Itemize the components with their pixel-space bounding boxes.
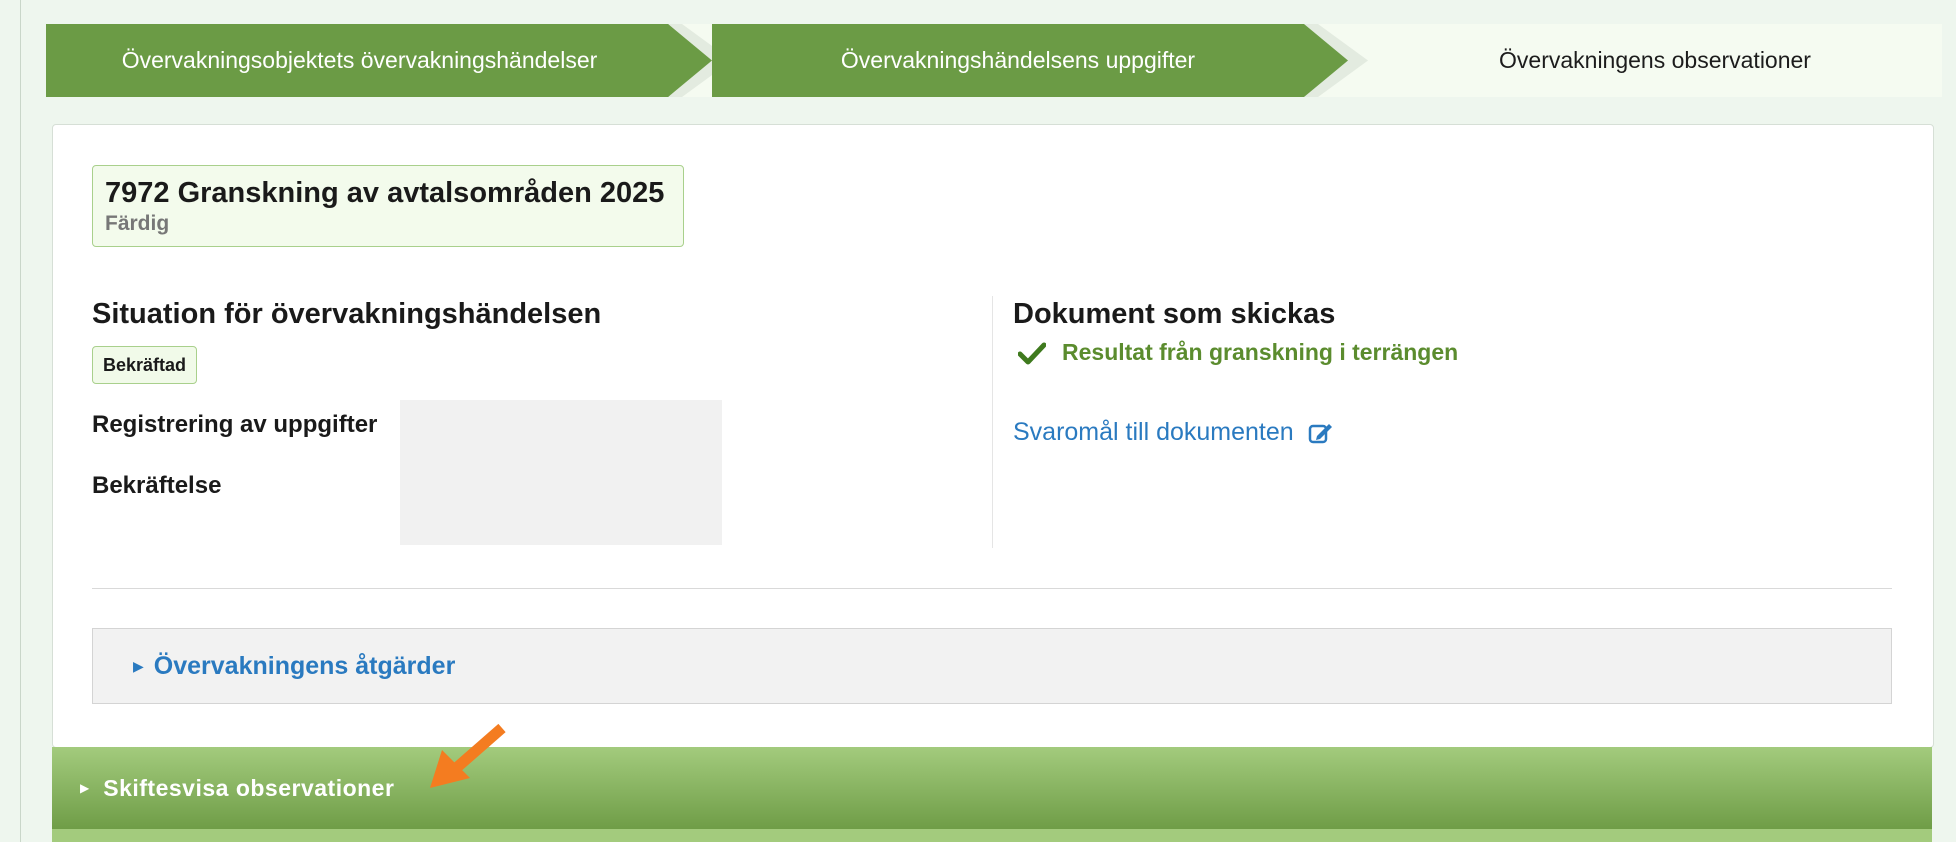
event-title-box: 7972 Granskning av avtalsområden 2025 Fä… bbox=[92, 165, 684, 247]
caret-right-icon: ▶ bbox=[133, 657, 144, 674]
column-divider bbox=[992, 296, 993, 548]
response-documents-link[interactable]: Svaromål till dokumenten bbox=[1013, 418, 1334, 447]
observations-section-header[interactable]: ▶ Skiftesvisa observationer bbox=[52, 747, 1932, 829]
breadcrumb-steps: Övervakningsobjektets övervakningshändel… bbox=[46, 24, 1942, 97]
accordion-label: Övervakningens åtgärder bbox=[153, 651, 456, 680]
edit-icon[interactable] bbox=[1308, 421, 1334, 445]
event-status: Färdig bbox=[105, 212, 170, 235]
confirmation-label: Bekräftelse bbox=[92, 472, 222, 499]
registration-label: Registrering av uppgifter bbox=[92, 411, 378, 438]
step-observations[interactable]: Övervakningens observationer bbox=[1368, 24, 1942, 97]
step-monitoring-events[interactable]: Övervakningsobjektets övervakningshändel… bbox=[46, 24, 673, 97]
actions-accordion[interactable]: ▶ Övervakningens åtgärder bbox=[92, 628, 1892, 704]
next-section-header[interactable] bbox=[52, 829, 1932, 842]
chevron-separator-icon bbox=[1304, 24, 1368, 97]
document-item-label: Resultat från granskning i terrängen bbox=[1062, 339, 1459, 365]
section-label: Skiftesvisa observationer bbox=[103, 774, 395, 801]
link-label: Svaromål till dokumenten bbox=[1013, 418, 1294, 446]
section-divider bbox=[92, 588, 1892, 589]
step-label: Övervakningsobjektets övervakningshändel… bbox=[121, 47, 598, 73]
documents-heading: Dokument som skickas bbox=[1013, 298, 1336, 330]
caret-right-icon: ▶ bbox=[80, 781, 90, 795]
status-badge: Bekräftad bbox=[92, 346, 198, 384]
situation-heading: Situation för övervakningshändelsen bbox=[92, 298, 602, 330]
step-label: Övervakningens observationer bbox=[1499, 47, 1811, 73]
document-item: Resultat från granskning i terrängen bbox=[1018, 339, 1458, 366]
step-event-details[interactable]: Övervakningshändelsens uppgifter bbox=[712, 24, 1304, 97]
step-label: Övervakningshändelsens uppgifter bbox=[840, 47, 1196, 73]
redacted-values-block bbox=[400, 400, 722, 545]
event-title: 7972 Granskning av avtalsområden 2025 bbox=[105, 177, 665, 209]
check-icon bbox=[1018, 342, 1046, 364]
annotation-arrow-icon bbox=[430, 723, 506, 788]
